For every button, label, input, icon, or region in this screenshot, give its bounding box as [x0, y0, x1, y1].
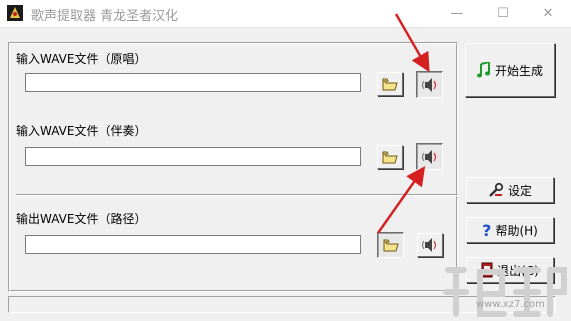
minimize-button[interactable]: —	[434, 0, 480, 27]
start-generate-label: 开始生成	[494, 63, 543, 78]
group-separator	[16, 194, 458, 196]
tools-icon	[488, 182, 504, 198]
folder-icon	[382, 78, 398, 90]
speaker-icon	[422, 238, 437, 252]
settings-label: 设定	[507, 183, 532, 198]
window-title: 歌声提取器 青龙圣者汉化	[31, 9, 179, 24]
app-icon[interactable]	[7, 5, 23, 21]
folder-icon	[382, 151, 398, 163]
close-button[interactable]: ✕	[525, 0, 571, 27]
watermark-text: www.xz7.com	[476, 299, 545, 310]
play-output-button[interactable]	[417, 233, 443, 257]
status-bar	[8, 296, 556, 313]
original-input-label: 输入WAVE文件（原唱）	[16, 52, 147, 66]
help-button[interactable]: ? 帮助(H)	[466, 217, 554, 243]
question-mark-icon: ?	[482, 220, 492, 240]
help-label: 帮助(H)	[495, 223, 538, 238]
music-note-icon	[476, 62, 491, 78]
accompaniment-input-label: 输入WAVE文件（伴奏）	[16, 124, 147, 138]
exit-door-icon	[481, 262, 493, 278]
status-text	[9, 302, 13, 315]
play-original-button[interactable]	[416, 71, 443, 98]
output-path-label: 输出WAVE文件（路径）	[16, 212, 147, 226]
exit-button[interactable]: 退出(C)	[466, 257, 554, 283]
start-generate-button[interactable]: 开始生成	[465, 43, 555, 97]
folder-icon	[383, 239, 399, 251]
speaker-icon	[421, 77, 436, 92]
speaker-icon	[421, 149, 436, 164]
original-file-input[interactable]	[25, 73, 361, 92]
browse-original-button[interactable]	[377, 72, 403, 96]
exit-label: 退出(C)	[497, 263, 539, 278]
browse-accompaniment-button[interactable]	[377, 145, 403, 169]
output-file-input[interactable]	[25, 235, 361, 254]
title-bar: 歌声提取器 青龙圣者汉化 — ☐ ✕	[0, 0, 571, 28]
accompaniment-file-input[interactable]	[25, 147, 361, 166]
play-accompaniment-button[interactable]	[416, 143, 443, 170]
settings-button[interactable]: 设定	[466, 177, 554, 203]
browse-output-button[interactable]	[377, 232, 404, 258]
maximize-button[interactable]: ☐	[480, 0, 526, 27]
